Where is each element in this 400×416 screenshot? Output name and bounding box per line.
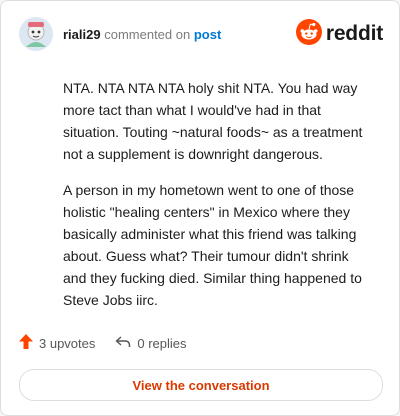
comment-body: NTA. NTA NTA NTA holy shit NTA. You had … bbox=[63, 77, 375, 325]
avatar[interactable] bbox=[19, 17, 53, 51]
comment-paragraph: A person in my hometown went to one of t… bbox=[63, 182, 362, 308]
view-conversation-button[interactable]: View the conversation bbox=[19, 369, 383, 401]
reply-button[interactable]: 0 replies bbox=[115, 335, 187, 352]
username-link[interactable]: riali29 bbox=[63, 27, 101, 42]
reddit-brand[interactable]: reddit bbox=[295, 18, 383, 50]
comment-paragraph: NTA. NTA NTA NTA holy shit NTA. You had … bbox=[63, 80, 363, 162]
reddit-wordmark: reddit bbox=[325, 22, 383, 45]
embed-card: riali29 commented on post reddit NTA. NT… bbox=[0, 0, 400, 416]
reply-count: 0 replies bbox=[137, 335, 187, 351]
commented-on-label: commented on bbox=[104, 27, 191, 42]
upvote-button[interactable]: 3 upvotes bbox=[19, 334, 95, 352]
comment-actions: 3 upvotes 0 replies bbox=[19, 333, 383, 353]
comment-attribution: riali29 commented on post bbox=[63, 27, 221, 42]
comment-header: riali29 commented on post reddit bbox=[19, 17, 383, 53]
reply-arrow-icon bbox=[115, 335, 137, 352]
upvote-count: 3 upvotes bbox=[39, 335, 96, 351]
upvote-arrow-icon bbox=[19, 334, 39, 352]
reddit-logo-icon bbox=[295, 18, 322, 50]
post-link[interactable]: post bbox=[194, 27, 221, 42]
